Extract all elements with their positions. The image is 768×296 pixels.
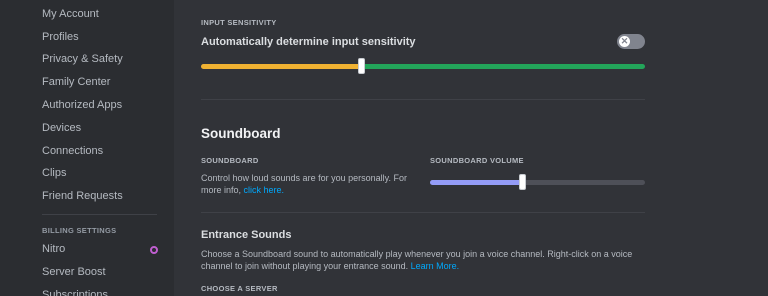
voice-settings-panel: INPUT SENSITIVITY Automatically determin… xyxy=(174,0,768,296)
sensitivity-slider-thumb[interactable] xyxy=(357,58,365,74)
sidebar-item-nitro[interactable]: Nitro xyxy=(34,238,158,261)
sidebar-item-friend-requests[interactable]: Friend Requests xyxy=(34,185,158,208)
section-divider xyxy=(201,212,645,213)
sidebar-item-subscriptions[interactable]: Subscriptions xyxy=(34,284,158,296)
sensitivity-track-above xyxy=(360,64,645,69)
close-icon: ✕ xyxy=(619,36,630,47)
sidebar-item-authorized-apps[interactable]: Authorized Apps xyxy=(34,94,158,117)
sidebar-divider xyxy=(42,214,157,215)
sidebar-item-profiles[interactable]: Profiles xyxy=(34,26,158,49)
soundboard-volume-label: SOUNDBOARD VOLUME xyxy=(430,156,524,165)
soundboard-title: Soundboard xyxy=(201,126,281,141)
soundboard-section-label: SOUNDBOARD xyxy=(201,156,259,165)
soundboard-description: Control how loud sounds are for you pers… xyxy=(201,172,411,196)
choose-server-label: CHOOSE A SERVER xyxy=(201,284,278,293)
nitro-icon xyxy=(150,246,158,254)
auto-sensitivity-toggle[interactable]: ✕ xyxy=(617,34,645,49)
sidebar-item-devices[interactable]: Devices xyxy=(34,117,158,140)
settings-sidebar: My Account Profiles Privacy & Safety Fam… xyxy=(0,0,174,296)
soundboard-description-text: Control how loud sounds are for you pers… xyxy=(201,173,407,195)
sidebar-item-connections[interactable]: Connections xyxy=(34,140,158,163)
sidebar-item-privacy-safety[interactable]: Privacy & Safety xyxy=(34,48,158,71)
soundboard-volume-thumb[interactable] xyxy=(519,174,527,190)
soundboard-volume-fill xyxy=(430,180,523,185)
sidebar-item-server-boost[interactable]: Server Boost xyxy=(34,261,158,284)
sidebar-item-clips[interactable]: Clips xyxy=(34,162,158,185)
auto-sensitivity-label: Automatically determine input sensitivit… xyxy=(201,36,416,48)
section-divider xyxy=(201,99,645,100)
soundboard-help-link[interactable]: click here. xyxy=(244,185,285,195)
entrance-sounds-description: Choose a Soundboard sound to automatical… xyxy=(201,248,641,272)
input-sensitivity-header: INPUT SENSITIVITY xyxy=(201,18,277,27)
sensitivity-track-below xyxy=(201,64,361,69)
billing-settings-header: BILLING SETTINGS xyxy=(42,226,117,235)
entrance-sounds-title: Entrance Sounds xyxy=(201,229,292,241)
entrance-learn-more-link[interactable]: Learn More. xyxy=(411,261,460,271)
sidebar-item-family-center[interactable]: Family Center xyxy=(34,71,158,94)
sidebar-item-my-account[interactable]: My Account xyxy=(34,3,158,26)
